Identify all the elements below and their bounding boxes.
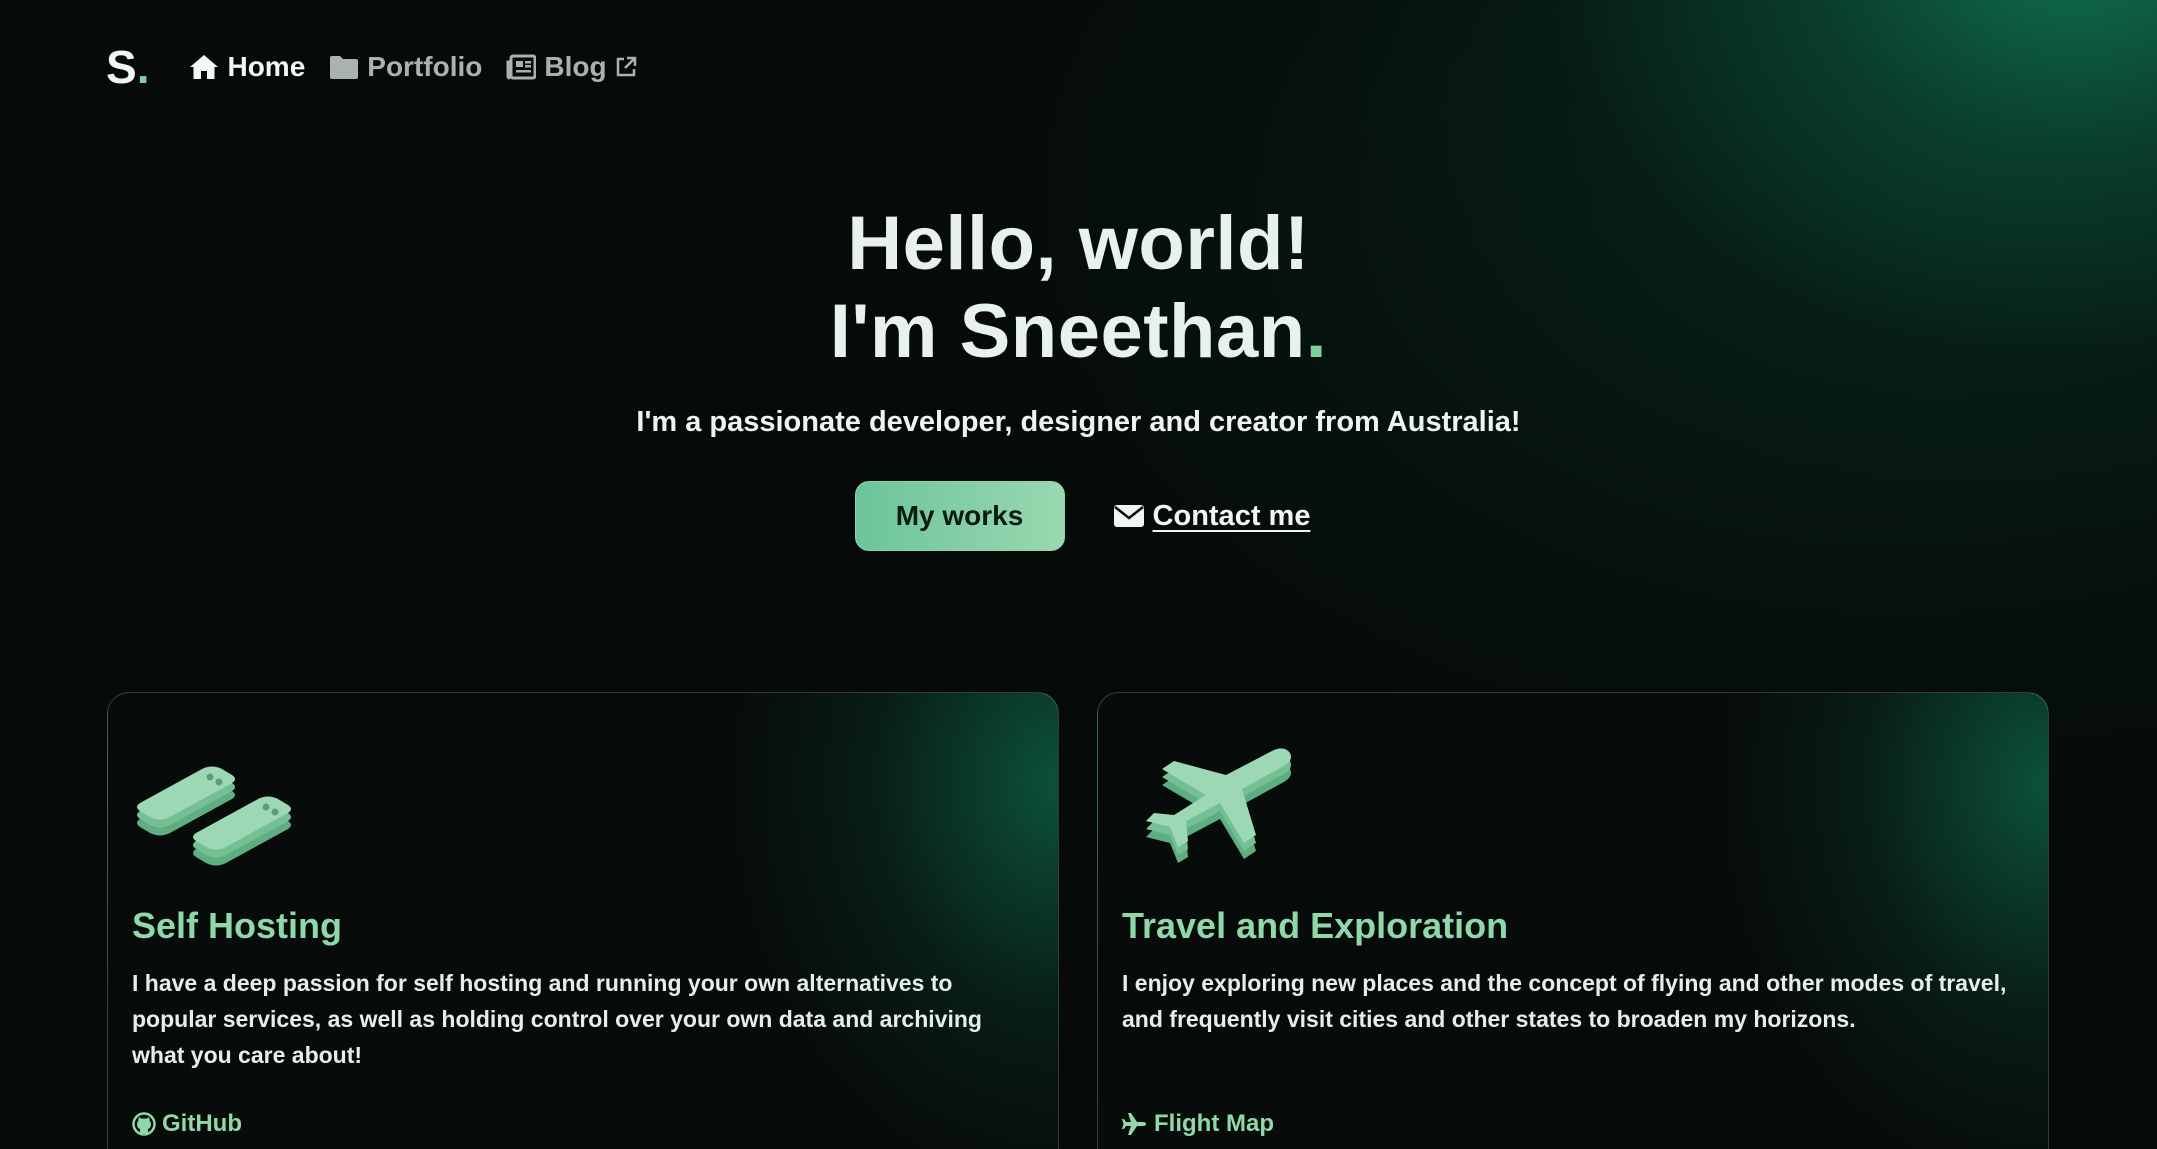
envelope-icon [1113, 505, 1144, 527]
card-title: Self Hosting [132, 905, 343, 946]
card-travel: Travel and Exploration I enjoy exploring… [1097, 692, 2049, 1149]
server-icon [137, 766, 291, 866]
contact-me-label: Contact me [1152, 499, 1311, 532]
external-link-icon [616, 56, 636, 77]
nav-item-blog[interactable]: Blog [506, 51, 636, 83]
logo-dot: . [136, 41, 150, 93]
flight-map-link-label: Flight Map [1154, 1110, 1274, 1137]
hero-section: Hello, world! I'm Sneethan. I'm a passio… [0, 200, 2157, 551]
hero-name: I'm Sneethan [829, 289, 1306, 374]
nav-item-portfolio[interactable]: Portfolio [329, 51, 482, 83]
top-nav: S. Home Portfolio Blog [106, 40, 661, 94]
card-description: I have a deep passion for self hosting a… [132, 970, 982, 1068]
airplane-icon [1146, 748, 1291, 863]
hero-name-dot: . [1305, 289, 1328, 374]
nav-item-label: Blog [544, 51, 607, 82]
hero-subtitle: I'm a passionate developer, designer and… [636, 406, 1521, 438]
page: S. Home Portfolio Blog Hello, world! I'm… [0, 0, 2157, 1149]
card-self-hosting: Self Hosting I have a deep passion for s… [107, 692, 1059, 1149]
site-logo[interactable]: S. [106, 44, 149, 90]
newspaper-icon [506, 54, 537, 80]
folder-icon [330, 56, 359, 79]
github-link-label: GitHub [162, 1110, 242, 1137]
hero-heading: Hello, world! I'm Sneethan. [0, 200, 2157, 376]
card-description: I enjoy exploring new places and the con… [1122, 970, 2007, 1032]
logo-letter: S [106, 41, 137, 93]
nav-item-home[interactable]: Home [189, 51, 305, 83]
plane-icon [1122, 1113, 1146, 1135]
card-title: Travel and Exploration [1122, 905, 1509, 946]
home-icon [190, 55, 219, 79]
hero-line-2: I'm Sneethan. [0, 288, 2157, 376]
hero-line-1: Hello, world! [847, 201, 1310, 286]
github-icon [132, 1112, 156, 1136]
cta-row: My works Contact me [0, 481, 2157, 551]
flight-map-link[interactable]: Flight Map [1122, 1110, 1274, 1138]
nav-item-label: Home [227, 51, 306, 82]
nav-item-label: Portfolio [367, 51, 483, 82]
github-link[interactable]: GitHub [132, 1110, 242, 1138]
my-works-button[interactable]: My works [854, 481, 1065, 551]
contact-me-link[interactable]: Contact me [1113, 499, 1311, 533]
